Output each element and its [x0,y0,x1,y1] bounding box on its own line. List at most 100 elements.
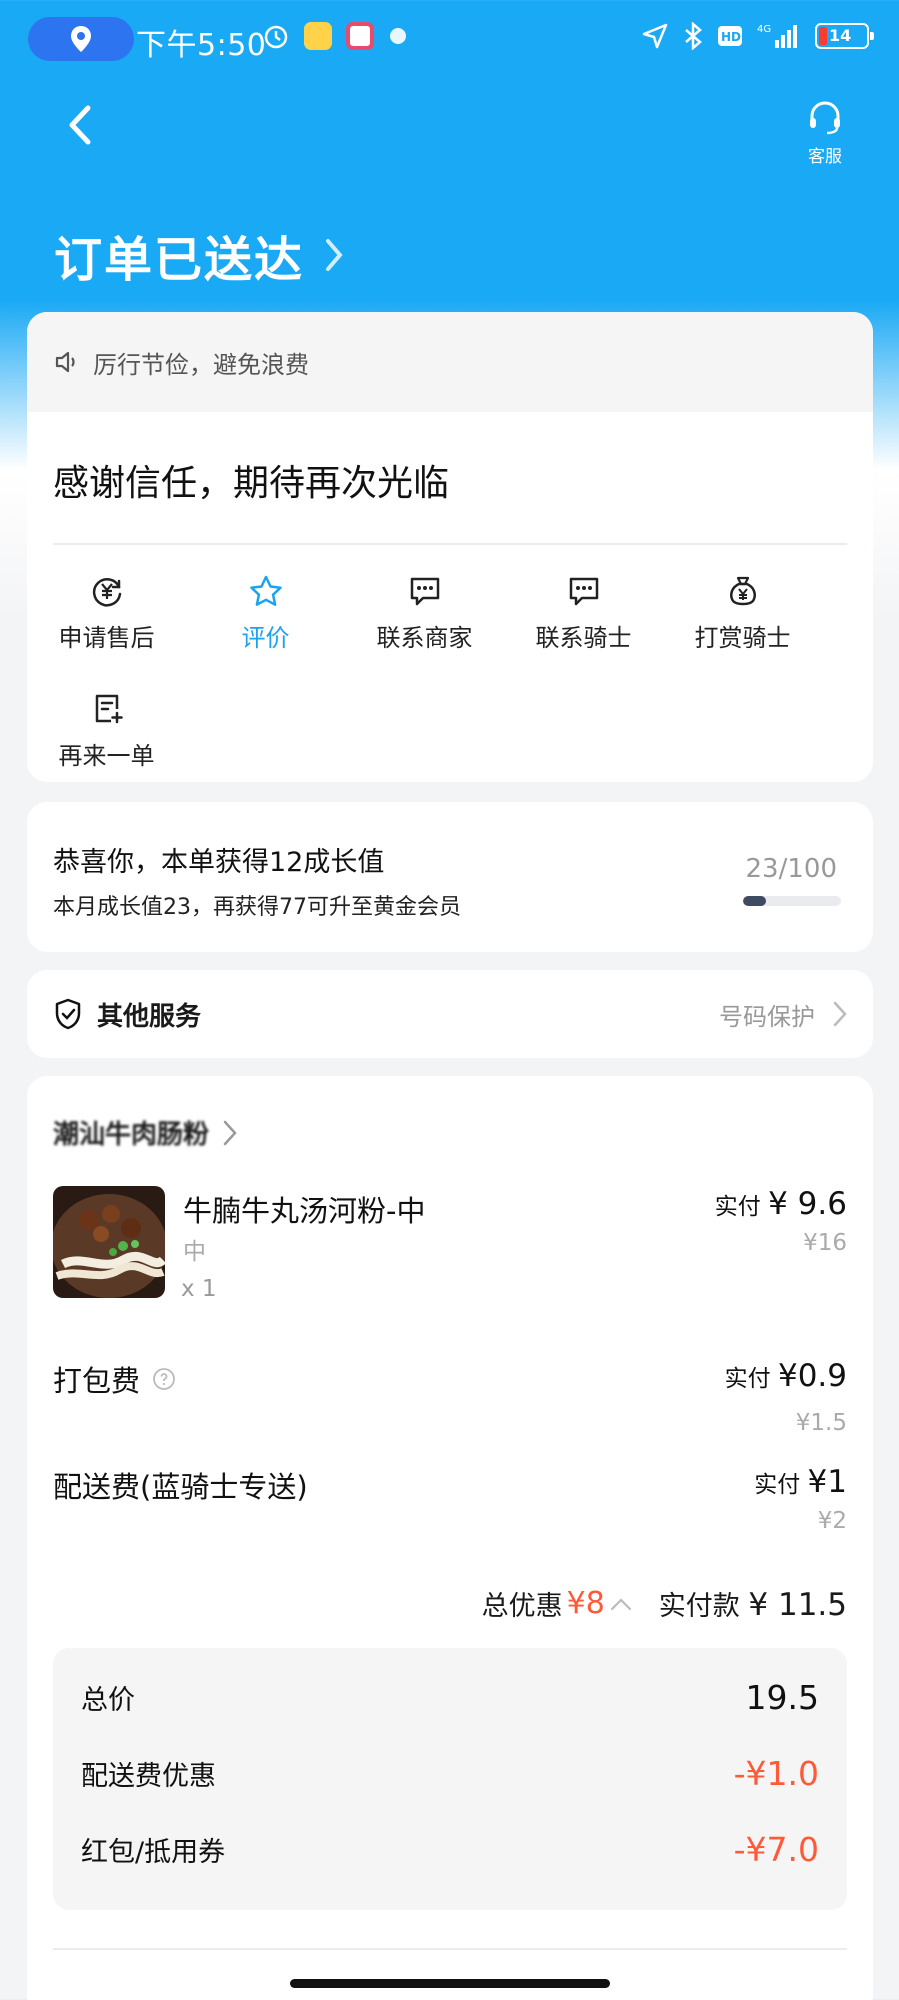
notification-icons [262,22,408,50]
location-indicator [28,17,134,61]
paid-amount: ¥ 9.6 [768,1186,847,1222]
breakdown-value: 19.5 [745,1678,819,1717]
thanks-message: 感谢信任，期待再次光临 [53,463,450,504]
app-notification-icon [304,22,332,50]
breakdown-value: -¥1.0 [733,1754,819,1793]
customer-service-button[interactable]: 客服 [795,100,855,167]
navigation-arrow-icon [642,23,668,49]
battery-icon: 14 [815,23,874,49]
customer-service-label: 客服 [808,147,842,167]
food-name: 牛腩牛丸汤河粉-中 [183,1194,426,1228]
food-quantity: x 1 [181,1276,217,1302]
food-image[interactable] [53,1186,165,1298]
bluetooth-icon [685,22,702,50]
packing-fee-label: 打包费 [53,1364,141,1398]
action-label: 评价 [241,624,290,652]
action-label: 申请售后 [58,624,155,652]
delivery-fee-label: 配送费(蓝骑士专送) [53,1470,308,1504]
number-protection-link[interactable]: 号码保护 [719,997,847,1032]
packing-fee-row: 打包费 [53,1358,176,1400]
after-sales-button[interactable]: 申请售后 [27,562,186,680]
star-icon [249,575,282,606]
order-status-title[interactable]: 订单已送达 [54,220,346,290]
growth-progress-fill [743,896,766,906]
status-bar: 下午5:50 HD 4G 14 [0,0,899,82]
paid-amount: ¥1 [807,1464,847,1500]
action-grid: 申请售后 评价 联系商家 联系骑士 打赏骑士 再来一单 [27,562,873,782]
home-indicator[interactable] [290,1979,610,1988]
breakdown-label: 总价 [81,1685,135,1716]
food-spec: 中 [183,1239,206,1265]
signal-icon: 4G [757,24,797,48]
chevron-right-icon [223,1120,237,1145]
shield-check-icon [55,998,81,1030]
paid-prefix: 实付 [714,1194,761,1220]
shop-link[interactable]: 潮汕牛肉肠粉 [53,1114,237,1151]
speaker-icon [55,351,75,373]
order-action-card: 厉行节俭，避免浪费 感谢信任，期待再次光临 申请售后 评价 联系商家 联系骑士 … [27,312,873,782]
hd-icon: HD [718,26,742,46]
noodle-bowl-image [53,1186,165,1298]
chat-icon [569,577,598,606]
svg-text:4G: 4G [757,24,771,35]
breakdown-row: 总价 19.5 [81,1678,819,1717]
delivery-fee-original: ¥2 [817,1508,847,1534]
growth-progress-text: 23/100 [745,854,837,884]
notice-bar: 厉行节俭，避免浪费 [27,312,873,412]
divider [53,1948,847,1950]
number-protection-label: 号码保护 [719,1002,815,1031]
chat-icon [410,577,439,606]
chevron-right-icon [833,1001,847,1027]
actual-payment-label: 实付款 [658,1591,740,1622]
yuan-refund-icon [92,578,121,607]
dot-icon [390,28,406,44]
order-detail-card: 潮汕牛肉肠粉 牛腩牛丸汤河粉-中 中 x 1 实付 ¥ 9.6 ¥16 打包费 … [27,1076,873,2000]
total-discount-label: 总优惠 [481,1591,563,1622]
system-icons: HD 4G 14 [641,22,874,50]
location-pin-icon [71,26,91,52]
paid-prefix: 实付 [754,1472,801,1498]
growth-progress-bar [743,896,841,906]
breakdown-label: 红包/抵用券 [81,1837,226,1868]
actual-payment-value: ¥ 11.5 [748,1587,847,1623]
delivery-fee-row: 配送费(蓝骑士专送) [53,1464,308,1506]
reorder-icon [95,694,123,724]
actual-payment: 实付款 ¥ 11.5 [659,1584,847,1623]
help-icon[interactable] [152,1367,176,1391]
chevron-right-icon [326,239,343,271]
price-breakdown: 总价 19.5 配送费优惠 -¥1.0 红包/抵用券 -¥7.0 [53,1648,847,1910]
paid-amount: ¥0.9 [777,1358,847,1394]
delivery-fee-paid: 实付 ¥1 [754,1464,847,1500]
headset-icon [810,101,840,135]
action-label: 联系商家 [376,624,473,652]
growth-card[interactable]: 恭喜你，本单获得12成长值 本月成长值23，再获得77可升至黄金会员 23/10… [27,802,873,952]
contact-rider-button[interactable]: 联系骑士 [504,562,663,680]
reorder-button[interactable]: 再来一单 [27,680,186,782]
food-paid-price: 实付 ¥ 9.6 [715,1186,847,1222]
action-label: 再来一单 [58,742,155,770]
breakdown-value: -¥7.0 [733,1830,819,1869]
breakdown-row: 红包/抵用券 -¥7.0 [81,1830,819,1869]
other-services-row[interactable]: 其他服务 号码保护 [27,970,873,1058]
contact-merchant-button[interactable]: 联系商家 [345,562,504,680]
chevron-left-icon [69,105,91,145]
action-label: 联系骑士 [535,624,632,652]
food-original-price: ¥16 [803,1230,847,1256]
total-discount-toggle[interactable]: 总优惠 ¥8 [482,1584,633,1623]
divider [53,543,847,545]
tip-rider-button[interactable]: 打赏骑士 [663,562,822,680]
chevron-up-icon [610,1597,631,1610]
other-services-title: 其他服务 [97,1001,202,1032]
shop-name: 潮汕牛肉肠粉 [53,1120,210,1150]
growth-subtitle: 本月成长值23，再获得77可升至黄金会员 [53,895,461,920]
breakdown-row: 配送费优惠 -¥1.0 [81,1754,819,1793]
battery-level: 14 [829,26,852,45]
packing-fee-paid: 实付 ¥0.9 [725,1358,847,1394]
back-button[interactable] [62,100,102,150]
app-notification-icon [346,22,374,50]
growth-title: 恭喜你，本单获得12成长值 [53,847,385,878]
review-button[interactable]: 评价 [186,562,345,680]
money-bag-icon [729,576,756,606]
status-time: 下午5:50 [136,28,267,63]
notice-text: 厉行节俭，避免浪费 [93,350,309,379]
